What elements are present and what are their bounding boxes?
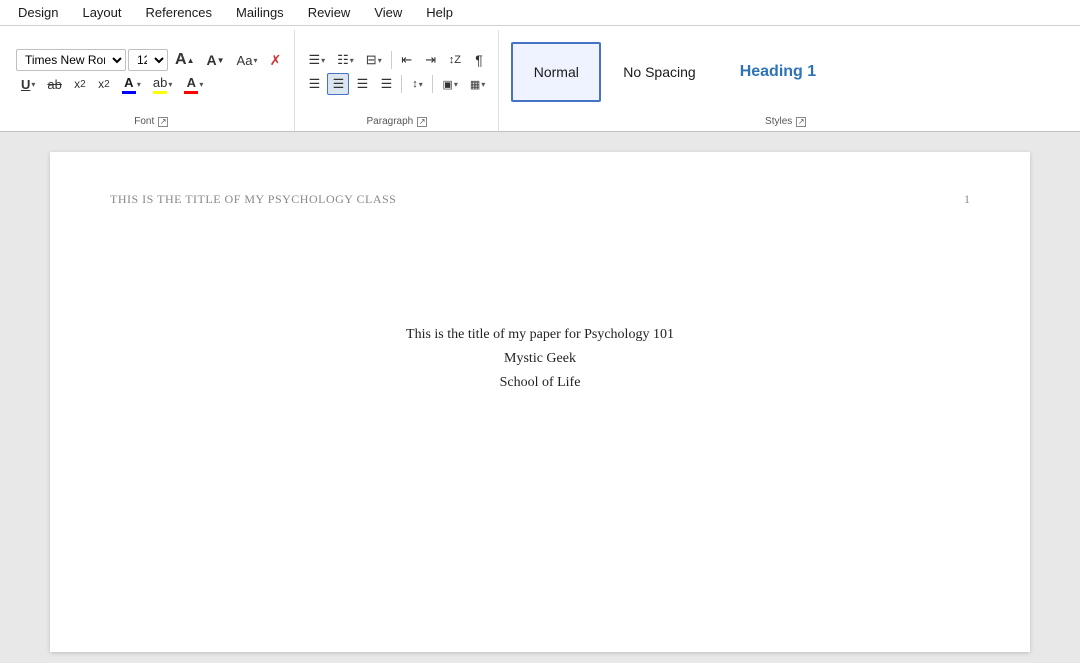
- highlight-icon: ab: [153, 75, 167, 94]
- font-color-red-button[interactable]: A ▾: [179, 73, 208, 95]
- sort-icon: ↕Z: [449, 54, 461, 66]
- font-group-label: Font ↗: [16, 114, 286, 131]
- separator3: [432, 75, 433, 93]
- strikethrough-button[interactable]: ab: [42, 73, 66, 95]
- shading-button[interactable]: ▣▾: [437, 73, 462, 95]
- doc-body: This is the title of my paper for Psycho…: [110, 327, 970, 391]
- font-row2: U▾ ab x2 x2 A ▾: [16, 73, 286, 95]
- doc-title[interactable]: This is the title of my paper for Psycho…: [406, 327, 674, 343]
- shrink-font-button[interactable]: A▼: [201, 49, 229, 71]
- align-right-button[interactable]: ☰: [351, 73, 373, 95]
- menu-layout[interactable]: Layout: [72, 2, 131, 23]
- para-row2: ☰ ☰ ☰ ☰ ↕: [303, 73, 490, 95]
- menu-design[interactable]: Design: [8, 2, 68, 23]
- show-hide-button[interactable]: ¶: [468, 49, 490, 71]
- paragraph-group: ☰▾ ☷▾ ⊟▾ ⇤: [295, 30, 499, 131]
- numbering-button[interactable]: ☷▾: [332, 49, 359, 71]
- line-spacing-icon: ↕: [412, 78, 418, 90]
- doc-author[interactable]: Mystic Geek: [504, 351, 576, 367]
- styles-expand-icon[interactable]: ↗: [796, 117, 806, 127]
- underline-button[interactable]: U▾: [16, 73, 40, 95]
- justify-button[interactable]: ☰: [375, 73, 397, 95]
- grow-font-button[interactable]: A▲: [170, 49, 199, 71]
- borders-button[interactable]: ▦▾: [465, 73, 490, 95]
- doc-institution[interactable]: School of Life: [500, 375, 581, 391]
- document-area: THIS IS THE TITLE OF MY PSYCHOLOGY CLASS…: [0, 132, 1080, 663]
- shading-icon: ▣: [442, 78, 452, 91]
- style-no-spacing-label: No Spacing: [623, 64, 695, 80]
- styles-content: Normal No Spacing Heading 1: [511, 34, 838, 110]
- para-row1: ☰▾ ☷▾ ⊟▾ ⇤: [303, 49, 490, 71]
- doc-header: THIS IS THE TITLE OF MY PSYCHOLOGY CLASS…: [110, 192, 970, 207]
- paragraph-expand-icon[interactable]: ↗: [417, 117, 427, 127]
- bullets-icon: ☰: [308, 52, 320, 68]
- multilevel-button[interactable]: ⊟▾: [361, 49, 387, 71]
- style-normal-label: Normal: [534, 64, 579, 80]
- justify-icon: ☰: [381, 76, 393, 92]
- font-name-select[interactable]: Times New Roman: [16, 49, 126, 71]
- bullets-button[interactable]: ☰▾: [303, 49, 330, 71]
- font-color-button[interactable]: A ▾: [117, 73, 146, 95]
- change-case-button[interactable]: Aa▾: [232, 49, 263, 71]
- highlight-button[interactable]: ab ▾: [148, 73, 177, 95]
- font-size-select[interactable]: 12: [128, 49, 168, 71]
- align-center-icon: ☰: [333, 76, 345, 92]
- font-color-icon: A: [122, 75, 136, 94]
- pilcrow-icon: ¶: [475, 52, 483, 68]
- align-left-button[interactable]: ☰: [303, 73, 325, 95]
- clear-format-button[interactable]: ✗: [264, 49, 286, 71]
- increase-indent-button[interactable]: ⇥: [420, 49, 442, 71]
- decrease-indent-icon: ⇤: [401, 52, 412, 68]
- style-normal[interactable]: Normal: [511, 42, 601, 102]
- style-no-spacing[interactable]: No Spacing: [601, 42, 717, 102]
- subscript-button[interactable]: x2: [69, 73, 91, 95]
- document-page[interactable]: THIS IS THE TITLE OF MY PSYCHOLOGY CLASS…: [50, 152, 1030, 652]
- align-center-button[interactable]: ☰: [327, 73, 349, 95]
- font-expand-icon[interactable]: ↗: [158, 117, 168, 127]
- superscript-button[interactable]: x2: [93, 73, 115, 95]
- paragraph-group-label: Paragraph ↗: [303, 114, 490, 131]
- line-spacing-button[interactable]: ↕▾: [406, 73, 428, 95]
- font-group-content: Times New Roman 12 A▲ A▼ Aa▾ ✗: [16, 30, 286, 114]
- numbering-icon: ☷: [337, 52, 349, 68]
- menu-help[interactable]: Help: [416, 2, 463, 23]
- menu-references[interactable]: References: [136, 2, 222, 23]
- paragraph-group-content: ☰▾ ☷▾ ⊟▾ ⇤: [303, 30, 490, 114]
- decrease-indent-button[interactable]: ⇤: [396, 49, 418, 71]
- sort-button[interactable]: ↕Z: [444, 49, 466, 71]
- font-row1: Times New Roman 12 A▲ A▼ Aa▾ ✗: [16, 49, 286, 71]
- separator1: [391, 51, 392, 69]
- increase-indent-icon: ⇥: [425, 52, 436, 68]
- style-heading1-label: Heading 1: [740, 63, 816, 81]
- page-number: 1: [964, 192, 970, 207]
- ribbon: Times New Roman 12 A▲ A▼ Aa▾ ✗: [0, 26, 1080, 132]
- menu-view[interactable]: View: [364, 2, 412, 23]
- running-title: THIS IS THE TITLE OF MY PSYCHOLOGY CLASS: [110, 192, 396, 207]
- borders-icon: ▦: [470, 78, 480, 91]
- font-color-red-icon: A: [184, 75, 198, 94]
- styles-group-content: Normal No Spacing Heading 1: [511, 30, 1060, 114]
- styles-group-label: Styles ↗: [511, 114, 1060, 131]
- style-heading1[interactable]: Heading 1: [718, 42, 838, 102]
- multilevel-icon: ⊟: [366, 52, 377, 68]
- menu-mailings[interactable]: Mailings: [226, 2, 294, 23]
- separator2: [401, 75, 402, 93]
- menu-bar: Design Layout References Mailings Review…: [0, 0, 1080, 26]
- align-left-icon: ☰: [309, 76, 321, 92]
- styles-group: Normal No Spacing Heading 1 Styles ↗: [499, 30, 1072, 131]
- font-group: Times New Roman 12 A▲ A▼ Aa▾ ✗: [8, 30, 295, 131]
- menu-review[interactable]: Review: [298, 2, 361, 23]
- align-right-icon: ☰: [357, 76, 369, 92]
